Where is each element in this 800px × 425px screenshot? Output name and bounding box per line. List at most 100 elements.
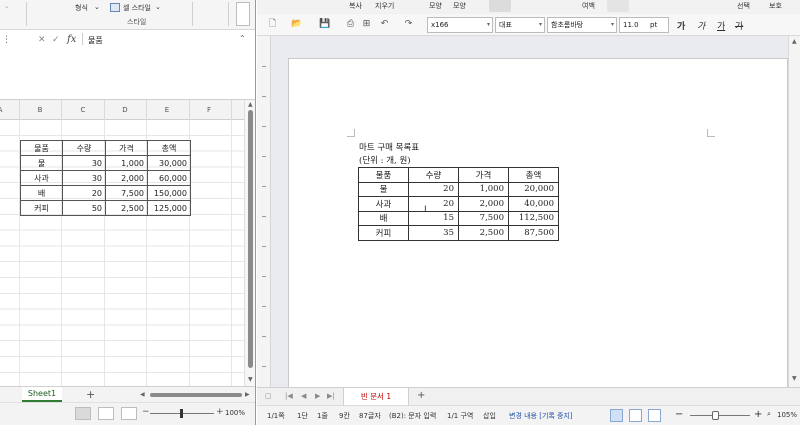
scroll-up-icon[interactable]: ▲ bbox=[792, 38, 797, 45]
cell[interactable]: 2,000 bbox=[105, 170, 148, 186]
bold-button[interactable]: 가 bbox=[677, 19, 685, 32]
zoom-slider-knob[interactable] bbox=[712, 411, 719, 420]
cell[interactable]: 20 bbox=[408, 181, 459, 197]
shape-menu-2[interactable]: 모양 bbox=[453, 1, 466, 11]
header-cell[interactable]: 물품 bbox=[20, 140, 63, 156]
header-cell[interactable]: 물품 bbox=[358, 167, 409, 183]
cell[interactable]: 40,000 bbox=[508, 196, 559, 212]
header-cell[interactable]: 총액 bbox=[508, 167, 559, 183]
zoom-search-icon[interactable]: ⌕ bbox=[767, 410, 771, 419]
cell[interactable]: 커피 bbox=[358, 225, 409, 241]
cell[interactable]: 커피 bbox=[20, 200, 63, 216]
cell[interactable]: 30 bbox=[62, 155, 106, 171]
cell[interactable]: 112,500 bbox=[508, 210, 559, 226]
margin-menu[interactable]: 여백 bbox=[582, 1, 595, 11]
next-tab-icon[interactable]: ▶ bbox=[315, 392, 320, 400]
new-document-icon[interactable]: 🗋 bbox=[267, 19, 278, 30]
cell[interactable]: 50 bbox=[62, 200, 106, 216]
chevron-down-icon[interactable]: ⌄ bbox=[94, 3, 100, 11]
document-title[interactable]: 마트 구매 목록표 bbox=[359, 141, 419, 153]
font-select[interactable]: 함초롬바탕 ▾ bbox=[547, 17, 617, 33]
chevron-up-icon[interactable]: ⌃ bbox=[239, 34, 246, 43]
cell[interactable]: 물 bbox=[20, 155, 63, 171]
cell[interactable]: 1,000 bbox=[458, 181, 509, 197]
column-header[interactable]: C bbox=[68, 106, 98, 114]
cell[interactable]: 1,000 bbox=[105, 155, 148, 171]
open-folder-icon[interactable]: 📂 bbox=[291, 19, 302, 30]
cell[interactable]: 사과 bbox=[358, 196, 409, 212]
zoom-in-icon[interactable]: + bbox=[754, 409, 762, 420]
zoom-out-button[interactable]: − bbox=[142, 407, 150, 417]
page-view-button[interactable] bbox=[610, 409, 623, 422]
formula-input[interactable]: 물품 bbox=[88, 35, 103, 46]
ribbon-chip[interactable] bbox=[607, 0, 629, 12]
cell[interactable]: 87,500 bbox=[508, 225, 559, 241]
scrollbar-thumb[interactable] bbox=[248, 110, 253, 368]
column-header[interactable]: F bbox=[194, 106, 224, 114]
cell[interactable]: 125,000 bbox=[147, 200, 191, 216]
header-cell[interactable]: 가격 bbox=[105, 140, 148, 156]
full-screen-view-button[interactable] bbox=[648, 409, 661, 422]
scroll-up-icon[interactable]: ▲ bbox=[248, 101, 253, 108]
page-indicator[interactable]: 1/1쪽 bbox=[267, 411, 285, 421]
cell[interactable]: 60,000 bbox=[147, 170, 191, 186]
zoom-slider[interactable] bbox=[690, 415, 750, 416]
cell[interactable]: 배 bbox=[20, 185, 63, 201]
insert-mode-indicator[interactable]: 삽입 bbox=[483, 411, 496, 421]
underline-button[interactable]: 가 bbox=[717, 19, 725, 32]
header-cell[interactable]: 총액 bbox=[147, 140, 191, 156]
scroll-down-icon[interactable]: ▼ bbox=[792, 375, 797, 382]
cell[interactable]: 30 bbox=[62, 170, 106, 186]
copy-menu[interactable]: 복사 bbox=[349, 1, 362, 11]
format-as-table-button[interactable]: 형식 bbox=[75, 3, 88, 13]
shape-menu[interactable]: 모양 bbox=[429, 1, 442, 11]
redo-icon[interactable]: ↷ bbox=[403, 19, 414, 30]
scroll-right-icon[interactable]: ▶ bbox=[245, 391, 250, 398]
undo-icon[interactable]: ↶ bbox=[379, 19, 390, 30]
add-document-tab-button[interactable]: + bbox=[417, 390, 425, 401]
vertical-scrollbar[interactable]: ▲ ▼ bbox=[244, 100, 255, 386]
zoom-slider-knob[interactable] bbox=[180, 409, 183, 418]
header-cell[interactable]: 가격 bbox=[458, 167, 509, 183]
insert-function-button[interactable]: fx bbox=[67, 34, 76, 45]
protect-menu[interactable]: 보호 bbox=[769, 1, 782, 11]
cell[interactable]: 35 bbox=[408, 225, 459, 241]
save-icon[interactable]: 💾 bbox=[319, 19, 330, 30]
page-icon[interactable]: ▢ bbox=[265, 392, 272, 400]
print-icon[interactable]: ⎙ bbox=[345, 19, 356, 30]
page-layout-view-button[interactable] bbox=[98, 407, 114, 420]
cell[interactable]: 20 bbox=[408, 196, 459, 212]
track-changes-indicator[interactable]: 변경 내용 [기록 중지] bbox=[509, 411, 573, 421]
cancel-icon[interactable]: ✕ bbox=[38, 35, 46, 45]
first-tab-icon[interactable]: |◀ bbox=[285, 392, 293, 400]
chevron-down-icon[interactable]: ⌄ bbox=[155, 3, 161, 11]
web-view-button[interactable] bbox=[629, 409, 642, 422]
previous-tab-icon[interactable]: ◀ bbox=[301, 392, 306, 400]
cell[interactable]: 사과 bbox=[20, 170, 63, 186]
ribbon-collapse-button[interactable] bbox=[236, 2, 250, 26]
zoom-level[interactable]: 105% bbox=[777, 411, 797, 419]
cell[interactable]: 물 bbox=[358, 181, 409, 197]
cell-style-button[interactable]: 셀 스타일 bbox=[123, 3, 151, 13]
scroll-left-icon[interactable]: ◀ bbox=[140, 391, 145, 398]
column-header[interactable]: D bbox=[110, 106, 140, 114]
page-break-view-button[interactable] bbox=[121, 407, 137, 420]
horizontal-scrollbar-thumb[interactable] bbox=[150, 393, 242, 397]
column-header[interactable]: E bbox=[152, 106, 182, 114]
normal-view-button[interactable] bbox=[75, 407, 91, 420]
add-sheet-button[interactable]: + bbox=[86, 388, 95, 401]
italic-button[interactable]: 가 bbox=[697, 19, 705, 32]
print-preview-icon[interactable]: ⊞ bbox=[361, 19, 372, 30]
document-unit-note[interactable]: (단위 : 개, 원) bbox=[359, 154, 411, 166]
style-select[interactable]: x166 ▾ bbox=[427, 17, 493, 33]
column-header[interactable]: B bbox=[25, 106, 55, 114]
cell[interactable]: 7,500 bbox=[105, 185, 148, 201]
header-cell[interactable]: 수량 bbox=[408, 167, 459, 183]
zoom-in-button[interactable]: + bbox=[216, 407, 224, 417]
cell[interactable]: 20 bbox=[62, 185, 106, 201]
vertical-scrollbar[interactable]: ▲ ▼ bbox=[788, 36, 800, 387]
zoom-out-icon[interactable]: − bbox=[675, 409, 683, 420]
sheet-tab[interactable]: Sheet1 bbox=[22, 387, 62, 402]
cell[interactable]: 2,500 bbox=[458, 225, 509, 241]
document-tab[interactable]: 빈 문서 1 bbox=[343, 388, 409, 405]
